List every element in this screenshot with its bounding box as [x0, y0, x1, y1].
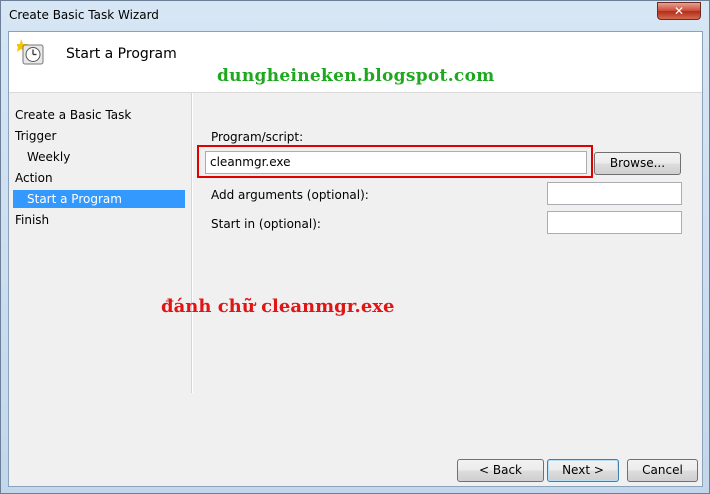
annotation-text: đánh chữ cleanmgr.exe	[161, 296, 395, 317]
wizard-client-area: Start a Program dungheineken.blogspot.co…	[8, 31, 703, 487]
nav-item-start-a-program[interactable]: Start a Program	[13, 190, 185, 208]
clock-icon	[17, 39, 44, 65]
nav-item-trigger[interactable]: Trigger	[15, 127, 56, 145]
cancel-button[interactable]: Cancel	[627, 459, 698, 482]
nav-item-finish[interactable]: Finish	[15, 211, 49, 229]
watermark-text: dungheineken.blogspot.com	[217, 66, 495, 86]
page-title: Start a Program	[66, 46, 177, 62]
close-button[interactable]: ✕	[657, 2, 701, 20]
close-icon: ✕	[673, 4, 685, 18]
browse-button[interactable]: Browse...	[594, 152, 681, 175]
nav-item-create-basic-task[interactable]: Create a Basic Task	[15, 106, 131, 124]
next-button[interactable]: Next >	[547, 459, 619, 482]
wizard-header: Start a Program dungheineken.blogspot.co…	[9, 32, 702, 93]
add-arguments-label: Add arguments (optional):	[211, 188, 369, 202]
start-in-label: Start in (optional):	[211, 217, 321, 231]
nav-item-weekly[interactable]: Weekly	[27, 148, 70, 166]
add-arguments-input[interactable]	[547, 182, 682, 205]
start-in-input[interactable]	[547, 211, 682, 234]
nav-separator	[191, 93, 193, 393]
program-script-label: Program/script:	[211, 130, 304, 144]
nav-item-action[interactable]: Action	[15, 169, 53, 187]
title-bar[interactable]: Create Basic Task Wizard ✕	[1, 1, 709, 31]
back-button[interactable]: < Back	[457, 459, 544, 482]
window-title: Create Basic Task Wizard	[9, 8, 159, 22]
window-frame: Create Basic Task Wizard ✕ Start a Progr…	[0, 0, 710, 494]
wizard-steps-nav: Create a Basic Task Trigger Weekly Actio…	[9, 93, 189, 483]
program-script-input[interactable]: cleanmgr.exe	[205, 151, 587, 174]
